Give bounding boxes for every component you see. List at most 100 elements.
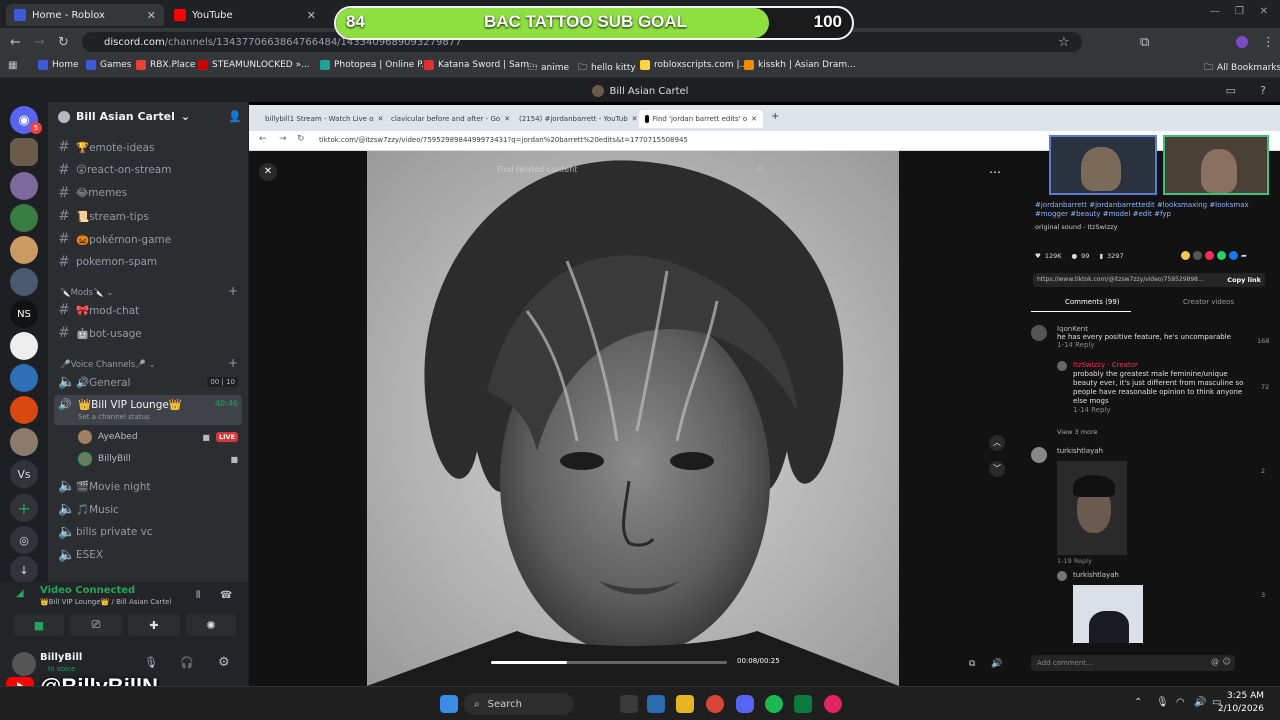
- server-icon[interactable]: [10, 364, 38, 392]
- camera-button[interactable]: ■: [14, 614, 64, 636]
- soundboard-button[interactable]: ✺: [186, 614, 236, 636]
- emoji-icon[interactable]: ☺: [1223, 657, 1231, 666]
- channel-mod-chat[interactable]: # 🎀mod-chat: [58, 300, 139, 320]
- bookmark-item[interactable]: kisskh | Asian Dram...: [744, 60, 856, 70]
- close-icon[interactable]: ✕: [147, 9, 156, 22]
- search-icon[interactable]: ⌕: [757, 163, 763, 174]
- task-view-icon[interactable]: [620, 695, 638, 713]
- system-clock[interactable]: 3:25 AM 2/10/2026: [1218, 690, 1264, 716]
- channel-memes[interactable]: # 😂memes: [58, 183, 127, 203]
- folder-icon[interactable]: [676, 695, 694, 713]
- avatar[interactable]: [1031, 325, 1047, 341]
- add-server-icon[interactable]: +: [10, 494, 38, 522]
- copy-link-button[interactable]: Copy link: [1227, 276, 1261, 284]
- server-icon[interactable]: NS: [10, 300, 38, 328]
- microphone-icon[interactable]: 🎙: [1156, 697, 1169, 708]
- bookmark-item[interactable]: 🗀 hello kitty: [578, 60, 636, 76]
- forward-icon[interactable]: →: [34, 35, 45, 50]
- close-window-icon[interactable]: ✕: [1260, 6, 1268, 17]
- disconnect-icon[interactable]: ☎: [220, 590, 232, 601]
- comment-image[interactable]: [1057, 461, 1127, 555]
- windows-start-icon[interactable]: [440, 695, 458, 713]
- volume-icon[interactable]: 🔊: [1194, 697, 1206, 708]
- comment-image[interactable]: [1073, 585, 1143, 643]
- reload-icon[interactable]: ↻: [58, 35, 69, 50]
- server-icon[interactable]: [10, 396, 38, 424]
- send-icon[interactable]: [1205, 251, 1214, 260]
- server-icon[interactable]: [10, 172, 38, 200]
- close-icon[interactable]: ✕: [307, 9, 316, 22]
- avatar[interactable]: [1057, 571, 1067, 581]
- spotify-icon[interactable]: [765, 695, 783, 713]
- pip-icon[interactable]: ⧉: [969, 659, 975, 669]
- server-icon[interactable]: [10, 268, 38, 296]
- bookmark-item[interactable]: RBX.Place: [136, 60, 195, 70]
- inner-tab[interactable]: billybill1 Stream - Watch Live o ✕: [255, 110, 383, 128]
- reload-icon[interactable]: ↻: [297, 134, 305, 144]
- voice-channel-music[interactable]: 🔈 🎵Music: [58, 499, 119, 519]
- channel-emote-ideas[interactable]: # 🏆emote-ideas: [58, 137, 154, 157]
- voice-channel-general[interactable]: 🔈 🔊General 00 | 10: [58, 372, 238, 392]
- embed-icon[interactable]: [1193, 251, 1202, 260]
- store-icon[interactable]: [647, 695, 665, 713]
- video-progress-track[interactable]: [491, 661, 727, 664]
- inner-tab-active[interactable]: Find 'jordan barrett edits' o ✕: [639, 110, 763, 128]
- screen-share-button[interactable]: ⎚: [70, 614, 122, 636]
- close-icon[interactable]: ✕: [632, 115, 638, 123]
- server-icon[interactable]: [10, 236, 38, 264]
- opera-icon[interactable]: [824, 695, 842, 713]
- chevron-down-icon[interactable]: ﹀: [989, 461, 1005, 477]
- voice-user-billybill[interactable]: BillyBill ■: [78, 452, 238, 466]
- signal-icon[interactable]: ◢: [16, 588, 24, 599]
- chevron-up-icon[interactable]: ⌃: [1134, 697, 1142, 708]
- bookmark-item[interactable]: Games: [86, 60, 131, 70]
- comment-icon[interactable]: ●: [1072, 252, 1078, 260]
- chevron-up-icon[interactable]: ︿: [989, 435, 1005, 451]
- chrome-icon[interactable]: [706, 695, 724, 713]
- server-icon[interactable]: [10, 332, 38, 360]
- app-icon[interactable]: [794, 695, 812, 713]
- server-icon[interactable]: [10, 138, 38, 166]
- avatar[interactable]: [1031, 447, 1047, 463]
- bookmark-item[interactable]: Photopea | Online P...: [320, 60, 430, 70]
- add-channel-icon[interactable]: +: [228, 356, 238, 370]
- invite-icon[interactable]: 👤: [228, 110, 242, 123]
- channel-status[interactable]: Set a channel status: [78, 413, 150, 421]
- server-header[interactable]: Bill Asian Cartel ⌄: [58, 110, 190, 123]
- share-icon[interactable]: [1181, 251, 1190, 260]
- inbox-icon[interactable]: ▭: [1226, 84, 1236, 97]
- tab-youtube[interactable]: YouTube ✕: [166, 4, 324, 26]
- view-more-replies[interactable]: View 3 more: [1057, 428, 1098, 436]
- server-icon[interactable]: [10, 428, 38, 456]
- voice-channel-esex[interactable]: 🔈 ESEX: [58, 545, 103, 565]
- add-comment-input[interactable]: Add comment... @ ☺: [1031, 655, 1235, 671]
- settings-icon[interactable]: ⚙: [218, 655, 230, 670]
- arrow-icon[interactable]: ➦: [1241, 252, 1247, 260]
- whatsapp-icon[interactable]: [1217, 251, 1226, 260]
- bookmark-icon[interactable]: ▮: [1099, 252, 1103, 260]
- forward-icon[interactable]: →: [279, 134, 287, 144]
- extensions-icon[interactable]: ⧉: [1140, 35, 1149, 50]
- inner-tab[interactable]: clavicular before and after - Go ✕: [381, 110, 510, 128]
- menu-icon[interactable]: ⋮: [1262, 35, 1275, 50]
- category-voice[interactable]: 🎤Voice Channels🎤 ⌄: [60, 360, 156, 370]
- all-bookmarks[interactable]: 🗀 All Bookmarks: [1204, 60, 1280, 76]
- channel-bot-usage[interactable]: # 🤖bot-usage: [58, 323, 142, 343]
- headphones-icon[interactable]: 🎧: [180, 656, 194, 669]
- voice-channel-vip[interactable]: 🔊 👑Bill VIP Lounge👑 Set a channel status…: [54, 395, 242, 425]
- activities-button[interactable]: ✚: [128, 614, 180, 636]
- tab-creator-videos[interactable]: Creator videos: [1183, 298, 1234, 306]
- channel-stream-tips[interactable]: # 📜stream-tips: [58, 206, 149, 226]
- discord-icon[interactable]: [736, 695, 754, 713]
- apps-icon[interactable]: ▦: [8, 60, 17, 71]
- volume-icon[interactable]: 🔊: [991, 659, 1002, 669]
- close-icon[interactable]: ✕: [751, 115, 757, 123]
- heart-icon[interactable]: ♥: [1035, 252, 1041, 260]
- new-tab-icon[interactable]: +: [771, 111, 779, 122]
- microphone-icon[interactable]: 🎙: [144, 656, 158, 669]
- voice-channel-movie[interactable]: 🔈 🎬Movie night: [58, 476, 151, 496]
- star-icon[interactable]: ☆: [1058, 35, 1070, 50]
- taskbar-search[interactable]: ⌕ Search: [464, 693, 574, 715]
- noise-icon[interactable]: ⫴: [196, 590, 200, 601]
- discover-icon[interactable]: ◎: [10, 526, 38, 554]
